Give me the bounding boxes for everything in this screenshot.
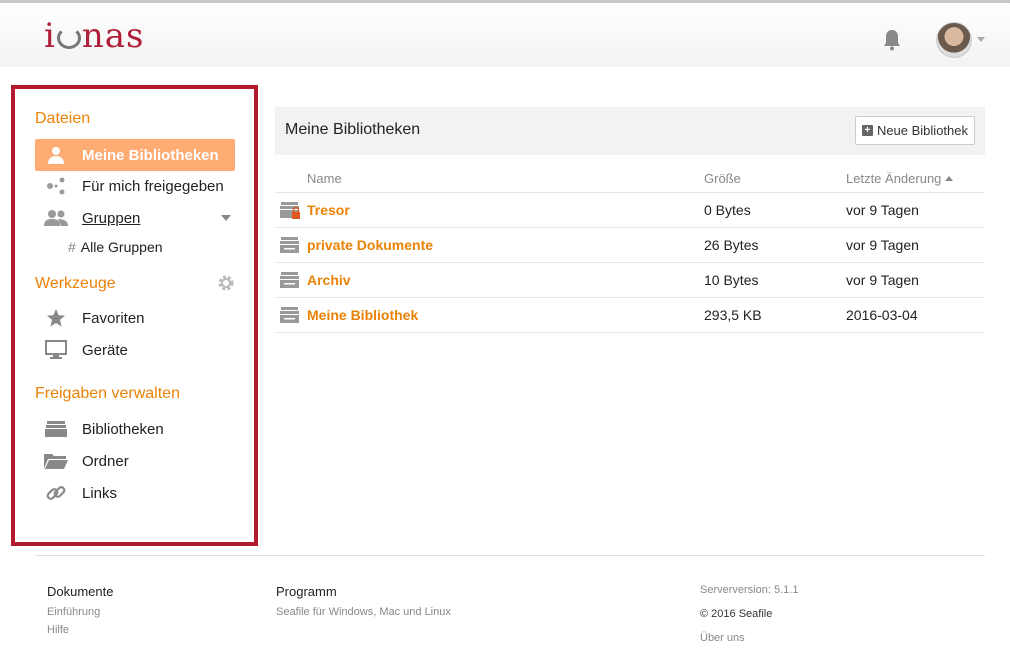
table-row[interactable]: private Dokumente 26 Bytes vor 9 Tagen (275, 228, 985, 263)
library-icon (280, 237, 299, 253)
library-icon (280, 272, 299, 288)
sidebar-heading-files: Dateien (35, 110, 91, 127)
library-size: 0 Bytes (704, 202, 751, 218)
library-size: 10 Bytes (704, 272, 759, 288)
sidebar-item-share-libraries[interactable]: Bibliotheken (35, 413, 235, 445)
sidebar-item-label: Alle Gruppen (80, 239, 163, 255)
column-modified[interactable]: Letzte Änderung (846, 171, 954, 186)
sidebar-item-favorites[interactable]: Favoriten (35, 302, 235, 334)
library-size: 293,5 KB (704, 307, 762, 323)
share-icon (41, 170, 71, 202)
column-modified-label: Letzte Änderung (846, 171, 942, 186)
ionas-logo[interactable]: i nas (44, 16, 145, 56)
library-modified: vor 9 Tagen (846, 272, 919, 288)
sidebar-item-label: Meine Bibliotheken (82, 146, 219, 164)
library-icon (41, 413, 71, 445)
sidebar-item-all-groups[interactable]: # Alle Gruppen (68, 235, 268, 259)
sidebar-item-share-links[interactable]: Links (35, 477, 235, 509)
sidebar-item-label: Für mich freigegeben (82, 177, 224, 195)
new-library-label: Neue Bibliothek (876, 123, 968, 138)
plus-icon: + (861, 125, 873, 136)
footer-link-about[interactable]: Über uns (700, 632, 745, 644)
libraries-panel-header: Meine Bibliotheken + Neue Bibliothek (275, 107, 985, 155)
star-icon (41, 302, 71, 334)
table-row[interactable]: Archiv 10 Bytes vor 9 Tagen (275, 263, 985, 298)
sidebar-heading-tools: Werkzeuge (35, 275, 116, 292)
bell-icon[interactable] (882, 29, 902, 51)
footer-link-help[interactable]: Hilfe (47, 624, 69, 636)
sidebar-item-shared-with-me[interactable]: Für mich freigegeben (35, 170, 235, 202)
folder-icon (41, 445, 71, 477)
group-icon (41, 202, 71, 234)
user-avatar[interactable] (936, 22, 972, 58)
new-library-button[interactable]: + Neue Bibliothek (854, 116, 975, 145)
footer-heading-docs: Dokumente (47, 584, 114, 599)
sidebar-item-label: Bibliotheken (82, 420, 164, 438)
library-name[interactable]: private Dokumente (307, 237, 433, 253)
gear-icon[interactable] (217, 274, 235, 292)
top-header: i nas (0, 3, 1010, 67)
sidebar-item-devices[interactable]: Geräte (35, 334, 235, 366)
monitor-icon (41, 334, 71, 366)
footer-link-intro[interactable]: Einführung (47, 606, 100, 618)
server-version: Serverversion: 5.1.1 (700, 584, 799, 596)
table-row[interactable]: Tresor 0 Bytes vor 9 Tagen (275, 193, 985, 228)
sidebar-item-label: Gruppen (82, 209, 141, 227)
link-icon (41, 477, 71, 509)
library-modified: vor 9 Tagen (846, 202, 919, 218)
library-name[interactable]: Archiv (307, 272, 351, 288)
library-modified: 2016-03-04 (846, 307, 918, 323)
footer-divider (35, 555, 985, 556)
hash-icon: # (68, 239, 76, 255)
library-name[interactable]: Tresor (307, 202, 350, 218)
user-icon (41, 139, 71, 171)
chevron-down-icon[interactable] (977, 37, 985, 42)
sort-asc-icon (945, 176, 954, 181)
sidebar-heading-share: Freigaben verwalten (35, 385, 180, 402)
copyright: © 2016 Seafile (700, 608, 773, 620)
sidebar-item-label: Ordner (82, 452, 129, 470)
library-icon (280, 307, 299, 323)
footer-link-clients[interactable]: Seafile für Windows, Mac und Linux (276, 606, 451, 618)
table-row[interactable]: Meine Bibliothek 293,5 KB 2016-03-04 (275, 298, 985, 333)
footer-heading-program: Programm (276, 584, 337, 599)
table-header: Name Größe Letzte Änderung (275, 162, 985, 193)
library-modified: vor 9 Tagen (846, 237, 919, 253)
libraries-table: Name Größe Letzte Änderung Tresor 0 Byte… (275, 162, 985, 333)
sidebar-item-groups[interactable]: Gruppen (35, 202, 235, 234)
sidebar-item-label: Favoriten (82, 309, 145, 327)
column-size[interactable]: Größe (704, 171, 741, 186)
column-name[interactable]: Name (307, 171, 342, 186)
sidebar-item-my-libraries[interactable]: Meine Bibliotheken (35, 139, 235, 171)
chevron-down-icon[interactable] (221, 215, 231, 221)
encrypted-library-icon (280, 202, 300, 219)
sidebar-item-label: Geräte (82, 341, 128, 359)
library-name[interactable]: Meine Bibliothek (307, 307, 418, 323)
page-title: Meine Bibliotheken (285, 121, 421, 138)
sidebar-item-label: Links (82, 484, 118, 502)
library-size: 26 Bytes (704, 237, 759, 253)
sidebar-item-share-folders[interactable]: Ordner (35, 445, 235, 477)
